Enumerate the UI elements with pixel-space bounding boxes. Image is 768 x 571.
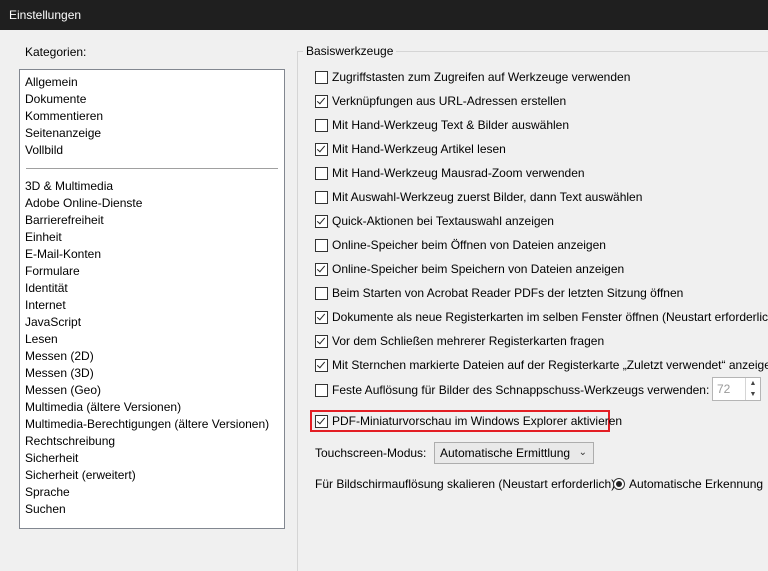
checkbox[interactable]: [315, 414, 328, 428]
window-titlebar: Einstellungen: [0, 0, 768, 30]
category-item[interactable]: Messen (3D): [20, 365, 284, 382]
option-online-storage-open[interactable]: Online-Speicher beim Öffnen von Dateien …: [315, 236, 606, 254]
category-item[interactable]: Adobe Online-Dienste: [20, 195, 284, 212]
category-item[interactable]: Multimedia (ältere Versionen): [20, 399, 284, 416]
checkbox[interactable]: [315, 286, 328, 300]
checkbox[interactable]: [315, 94, 328, 108]
option-label: Mit Hand-Werkzeug Text & Bilder auswähle…: [332, 118, 569, 132]
option-label: Zugriffstasten zum Zugreifen auf Werkzeu…: [332, 70, 631, 84]
basis-tools-title: Basiswerkzeuge: [303, 44, 397, 58]
categories-heading: Kategorien:: [25, 45, 87, 59]
category-item[interactable]: Suchen: [20, 501, 284, 518]
checkbox[interactable]: [315, 310, 328, 324]
option-hand-read-articles[interactable]: Mit Hand-Werkzeug Artikel lesen: [315, 140, 506, 158]
checkbox[interactable]: [315, 358, 328, 372]
category-item[interactable]: Messen (Geo): [20, 382, 284, 399]
category-item[interactable]: Allgemein: [20, 74, 284, 91]
checkbox[interactable]: [315, 118, 328, 132]
checkbox[interactable]: [315, 383, 328, 397]
option-label: Mit Sternchen markierte Dateien auf der …: [332, 358, 768, 372]
option-label: Mit Auswahl-Werkzeug zuerst Bilder, dann…: [332, 190, 643, 204]
category-item[interactable]: Identität: [20, 280, 284, 297]
option-pdf-thumbnail-preview[interactable]: PDF-Miniaturvorschau im Windows Explorer…: [315, 412, 622, 430]
checkbox[interactable]: [315, 262, 328, 276]
category-item[interactable]: Sicherheit (erweitert): [20, 467, 284, 484]
option-label: Mit Hand-Werkzeug Mausrad-Zoom verwenden: [332, 166, 585, 180]
window-title: Einstellungen: [9, 8, 82, 22]
option-label: Online-Speicher beim Speichern von Datei…: [332, 262, 625, 276]
option-open-as-tabs[interactable]: Dokumente als neue Registerkarten im sel…: [315, 308, 768, 326]
spin-up-icon[interactable]: ▲: [746, 378, 760, 389]
option-label: Verknüpfungen aus URL-Adressen erstellen: [332, 94, 567, 108]
option-url-links[interactable]: Verknüpfungen aus URL-Adressen erstellen: [315, 92, 566, 110]
category-item[interactable]: Dokumente: [20, 91, 284, 108]
option-ask-close-tabs[interactable]: Vor dem Schließen mehrerer Registerkarte…: [315, 332, 604, 350]
category-item[interactable]: Rechtschreibung: [20, 433, 284, 450]
option-hand-wheel-zoom[interactable]: Mit Hand-Werkzeug Mausrad-Zoom verwenden: [315, 164, 585, 182]
category-item[interactable]: Multimedia-Berechtigungen (ältere Versio…: [20, 416, 284, 433]
option-restore-session[interactable]: Beim Starten von Acrobat Reader PDFs der…: [315, 284, 683, 302]
category-item[interactable]: Sicherheit: [20, 450, 284, 467]
option-label: PDF-Miniaturvorschau im Windows Explorer…: [332, 414, 623, 428]
category-item[interactable]: Einheit: [20, 229, 284, 246]
category-item[interactable]: Kommentieren: [20, 108, 284, 125]
touch-mode-value: Automatische Ermittlung: [440, 446, 571, 460]
scale-auto-label: Automatische Erkennung: [629, 477, 764, 491]
scale-auto-radio[interactable]: [613, 478, 625, 490]
category-item[interactable]: Formulare: [20, 263, 284, 280]
category-item[interactable]: Internet: [20, 297, 284, 314]
categories-list[interactable]: Allgemein Dokumente Kommentieren Seitena…: [19, 69, 285, 529]
option-label: Online-Speicher beim Öffnen von Dateien …: [332, 238, 606, 252]
touch-mode-select[interactable]: Automatische Ermittlung ⌄: [434, 442, 594, 464]
category-item[interactable]: Messen (2D): [20, 348, 284, 365]
option-fixed-snapshot-resolution[interactable]: Feste Auflösung für Bilder des Schnappsc…: [315, 381, 709, 399]
scale-label: Für Bildschirmauflösung skalieren (Neust…: [315, 477, 619, 491]
option-label: Vor dem Schließen mehrerer Registerkarte…: [332, 334, 605, 348]
option-select-images-first[interactable]: Mit Auswahl-Werkzeug zuerst Bilder, dann…: [315, 188, 642, 206]
snapshot-resolution-stepper[interactable]: 72 ▲ ▼: [712, 377, 761, 401]
category-item[interactable]: JavaScript: [20, 314, 284, 331]
option-label: Feste Auflösung für Bilder des Schnappsc…: [332, 383, 710, 397]
checkbox[interactable]: [315, 238, 328, 252]
category-item[interactable]: E-Mail-Konten: [20, 246, 284, 263]
option-starred-files[interactable]: Mit Sternchen markierte Dateien auf der …: [315, 356, 768, 374]
category-item[interactable]: Barrierefreiheit: [20, 212, 284, 229]
category-item[interactable]: Vollbild: [20, 142, 284, 159]
category-item[interactable]: Sprache: [20, 484, 284, 501]
checkbox[interactable]: [315, 334, 328, 348]
checkbox[interactable]: [315, 214, 328, 228]
category-item[interactable]: Seitenanzeige: [20, 125, 284, 142]
category-separator: [26, 168, 278, 169]
checkbox[interactable]: [315, 70, 328, 84]
category-item[interactable]: 3D & Multimedia: [20, 178, 284, 195]
checkbox[interactable]: [315, 166, 328, 180]
chevron-down-icon: ⌄: [578, 447, 587, 458]
spin-buttons: ▲ ▼: [745, 378, 760, 400]
checkbox[interactable]: [315, 142, 328, 156]
option-label: Dokumente als neue Registerkarten im sel…: [332, 310, 768, 324]
option-quick-actions[interactable]: Quick-Aktionen bei Textauswahl anzeigen: [315, 212, 554, 230]
snapshot-resolution-value[interactable]: 72: [717, 382, 730, 396]
option-label: Quick-Aktionen bei Textauswahl anzeigen: [332, 214, 554, 228]
category-item[interactable]: Lesen: [20, 331, 284, 348]
touch-mode-label: Touchscreen-Modus:: [315, 446, 427, 460]
option-access-keys[interactable]: Zugriffstasten zum Zugreifen auf Werkzeu…: [315, 68, 630, 86]
option-label: Beim Starten von Acrobat Reader PDFs der…: [332, 286, 684, 300]
option-online-storage-save[interactable]: Online-Speicher beim Speichern von Datei…: [315, 260, 624, 278]
option-hand-select-text[interactable]: Mit Hand-Werkzeug Text & Bilder auswähle…: [315, 116, 569, 134]
spin-down-icon[interactable]: ▼: [746, 389, 760, 400]
checkbox[interactable]: [315, 190, 328, 204]
option-label: Mit Hand-Werkzeug Artikel lesen: [332, 142, 506, 156]
